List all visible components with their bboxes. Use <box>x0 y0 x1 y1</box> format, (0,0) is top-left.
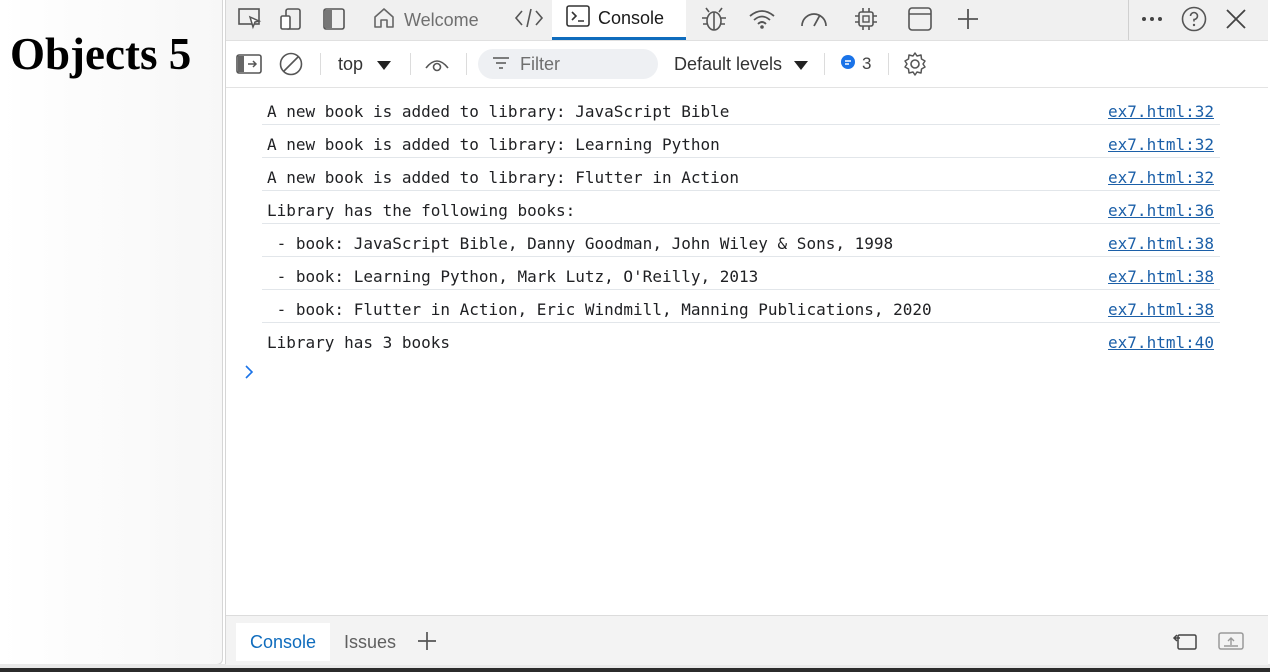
console-message-text: - book: Learning Python, Mark Lutz, O'Re… <box>267 267 759 286</box>
device-emulation-icon[interactable] <box>276 4 308 34</box>
console-icon <box>566 5 590 32</box>
drawer-tab-issues[interactable]: Issues <box>330 623 410 661</box>
help-icon[interactable] <box>1178 4 1210 34</box>
memory-chip-icon[interactable] <box>850 4 882 34</box>
console-message: Library has 3 books ex7.html:40 <box>262 323 1220 356</box>
log-levels-label: Default levels <box>674 53 783 74</box>
source-link[interactable]: ex7.html:38 <box>1108 300 1214 319</box>
source-link[interactable]: ex7.html:40 <box>1108 333 1214 352</box>
console-message-text: Library has 3 books <box>267 333 451 352</box>
dock-side-icon[interactable] <box>318 4 350 34</box>
console-message: - book: Flutter in Action, Eric Windmill… <box>262 290 1220 323</box>
console-message-text: - book: Flutter in Action, Eric Windmill… <box>267 300 932 319</box>
console-message: A new book is added to library: Flutter … <box>262 158 1220 191</box>
tab-console-label: Console <box>598 8 665 28</box>
console-message-text: A new book is added to library: JavaScri… <box>267 102 730 121</box>
drawer-tab-console[interactable]: Console <box>236 623 331 661</box>
toolbar-divider <box>320 53 321 75</box>
tabbar-divider <box>1128 0 1129 40</box>
drawer-tab-issues-label: Issues <box>344 631 397 652</box>
console-toolbar: top Filter Default levels 3 <box>226 41 1268 88</box>
devtools-tabbar: Welcome Console <box>226 0 1268 41</box>
console-message: - book: Learning Python, Mark Lutz, O'Re… <box>262 257 1220 290</box>
more-options-icon[interactable] <box>1136 4 1168 34</box>
page-viewport: Objects 5 <box>0 0 223 665</box>
tab-welcome-label: Welcome <box>404 9 479 30</box>
home-icon <box>372 6 396 35</box>
filter-placeholder: Filter <box>520 53 560 74</box>
message-bubble-icon <box>840 54 856 75</box>
collapse-drawer-icon[interactable] <box>1216 627 1246 655</box>
chevron-down-icon <box>377 61 392 70</box>
chevron-down-icon <box>794 61 809 70</box>
source-link[interactable]: ex7.html:38 <box>1108 234 1214 253</box>
context-selector[interactable]: top <box>338 41 392 87</box>
drawer-add-tab-icon[interactable] <box>412 627 442 655</box>
add-tab-icon[interactable] <box>952 4 984 34</box>
toolbar-divider <box>410 53 411 75</box>
tab-console[interactable]: Console <box>552 0 686 40</box>
sidebar-toggle-icon[interactable] <box>234 50 264 78</box>
source-link[interactable]: ex7.html:38 <box>1108 267 1214 286</box>
network-wifi-icon[interactable] <box>746 4 778 34</box>
live-expression-eye-icon[interactable] <box>422 50 452 78</box>
console-message: A new book is added to library: JavaScri… <box>262 92 1220 125</box>
console-output: A new book is added to library: JavaScri… <box>226 88 1268 615</box>
source-link[interactable]: ex7.html:32 <box>1108 102 1214 121</box>
clear-console-icon[interactable] <box>276 50 306 78</box>
console-message: - book: JavaScript Bible, Danny Goodman,… <box>262 224 1220 257</box>
page-title: Objects 5 <box>10 29 192 79</box>
toolbar-divider <box>824 53 825 75</box>
drawer-tabbar: Console Issues <box>226 615 1268 665</box>
filter-input[interactable]: Filter <box>478 49 658 79</box>
console-prompt-chevron-icon[interactable] <box>244 364 254 385</box>
toolbar-divider <box>466 53 467 75</box>
devtools-panel: Welcome Console top Filter Default level… <box>225 0 1268 665</box>
log-levels-dropdown[interactable]: Default levels <box>674 41 809 87</box>
console-message: A new book is added to library: Learning… <box>262 125 1220 158</box>
console-message-text: - book: JavaScript Bible, Danny Goodman,… <box>267 234 894 253</box>
context-selector-label: top <box>338 53 364 74</box>
source-link[interactable]: ex7.html:32 <box>1108 135 1214 154</box>
filter-icon <box>492 54 510 75</box>
inspect-element-icon[interactable] <box>234 4 266 34</box>
console-message-text: A new book is added to library: Flutter … <box>267 168 740 187</box>
application-panel-icon[interactable] <box>904 4 936 34</box>
tab-elements[interactable] <box>508 0 550 40</box>
message-count: 3 <box>862 54 872 73</box>
dock-drawer-icon[interactable] <box>1170 627 1200 655</box>
window-bottom-edge <box>0 668 1270 672</box>
toolbar-divider <box>888 53 889 75</box>
console-message-text: Library has the following books: <box>267 201 576 220</box>
tab-welcome[interactable]: Welcome <box>364 0 487 40</box>
message-count-badge[interactable]: 3 <box>840 41 871 87</box>
console-settings-gear-icon[interactable] <box>900 50 930 78</box>
bug-icon[interactable] <box>698 4 730 34</box>
code-brackets-icon <box>514 7 544 34</box>
close-icon[interactable] <box>1220 4 1252 34</box>
console-message: Library has the following books: ex7.htm… <box>262 191 1220 224</box>
source-link[interactable]: ex7.html:32 <box>1108 168 1214 187</box>
drawer-tab-console-label: Console <box>250 631 317 652</box>
source-link[interactable]: ex7.html:36 <box>1108 201 1214 220</box>
console-message-text: A new book is added to library: Learning… <box>267 135 720 154</box>
performance-gauge-icon[interactable] <box>798 4 830 34</box>
